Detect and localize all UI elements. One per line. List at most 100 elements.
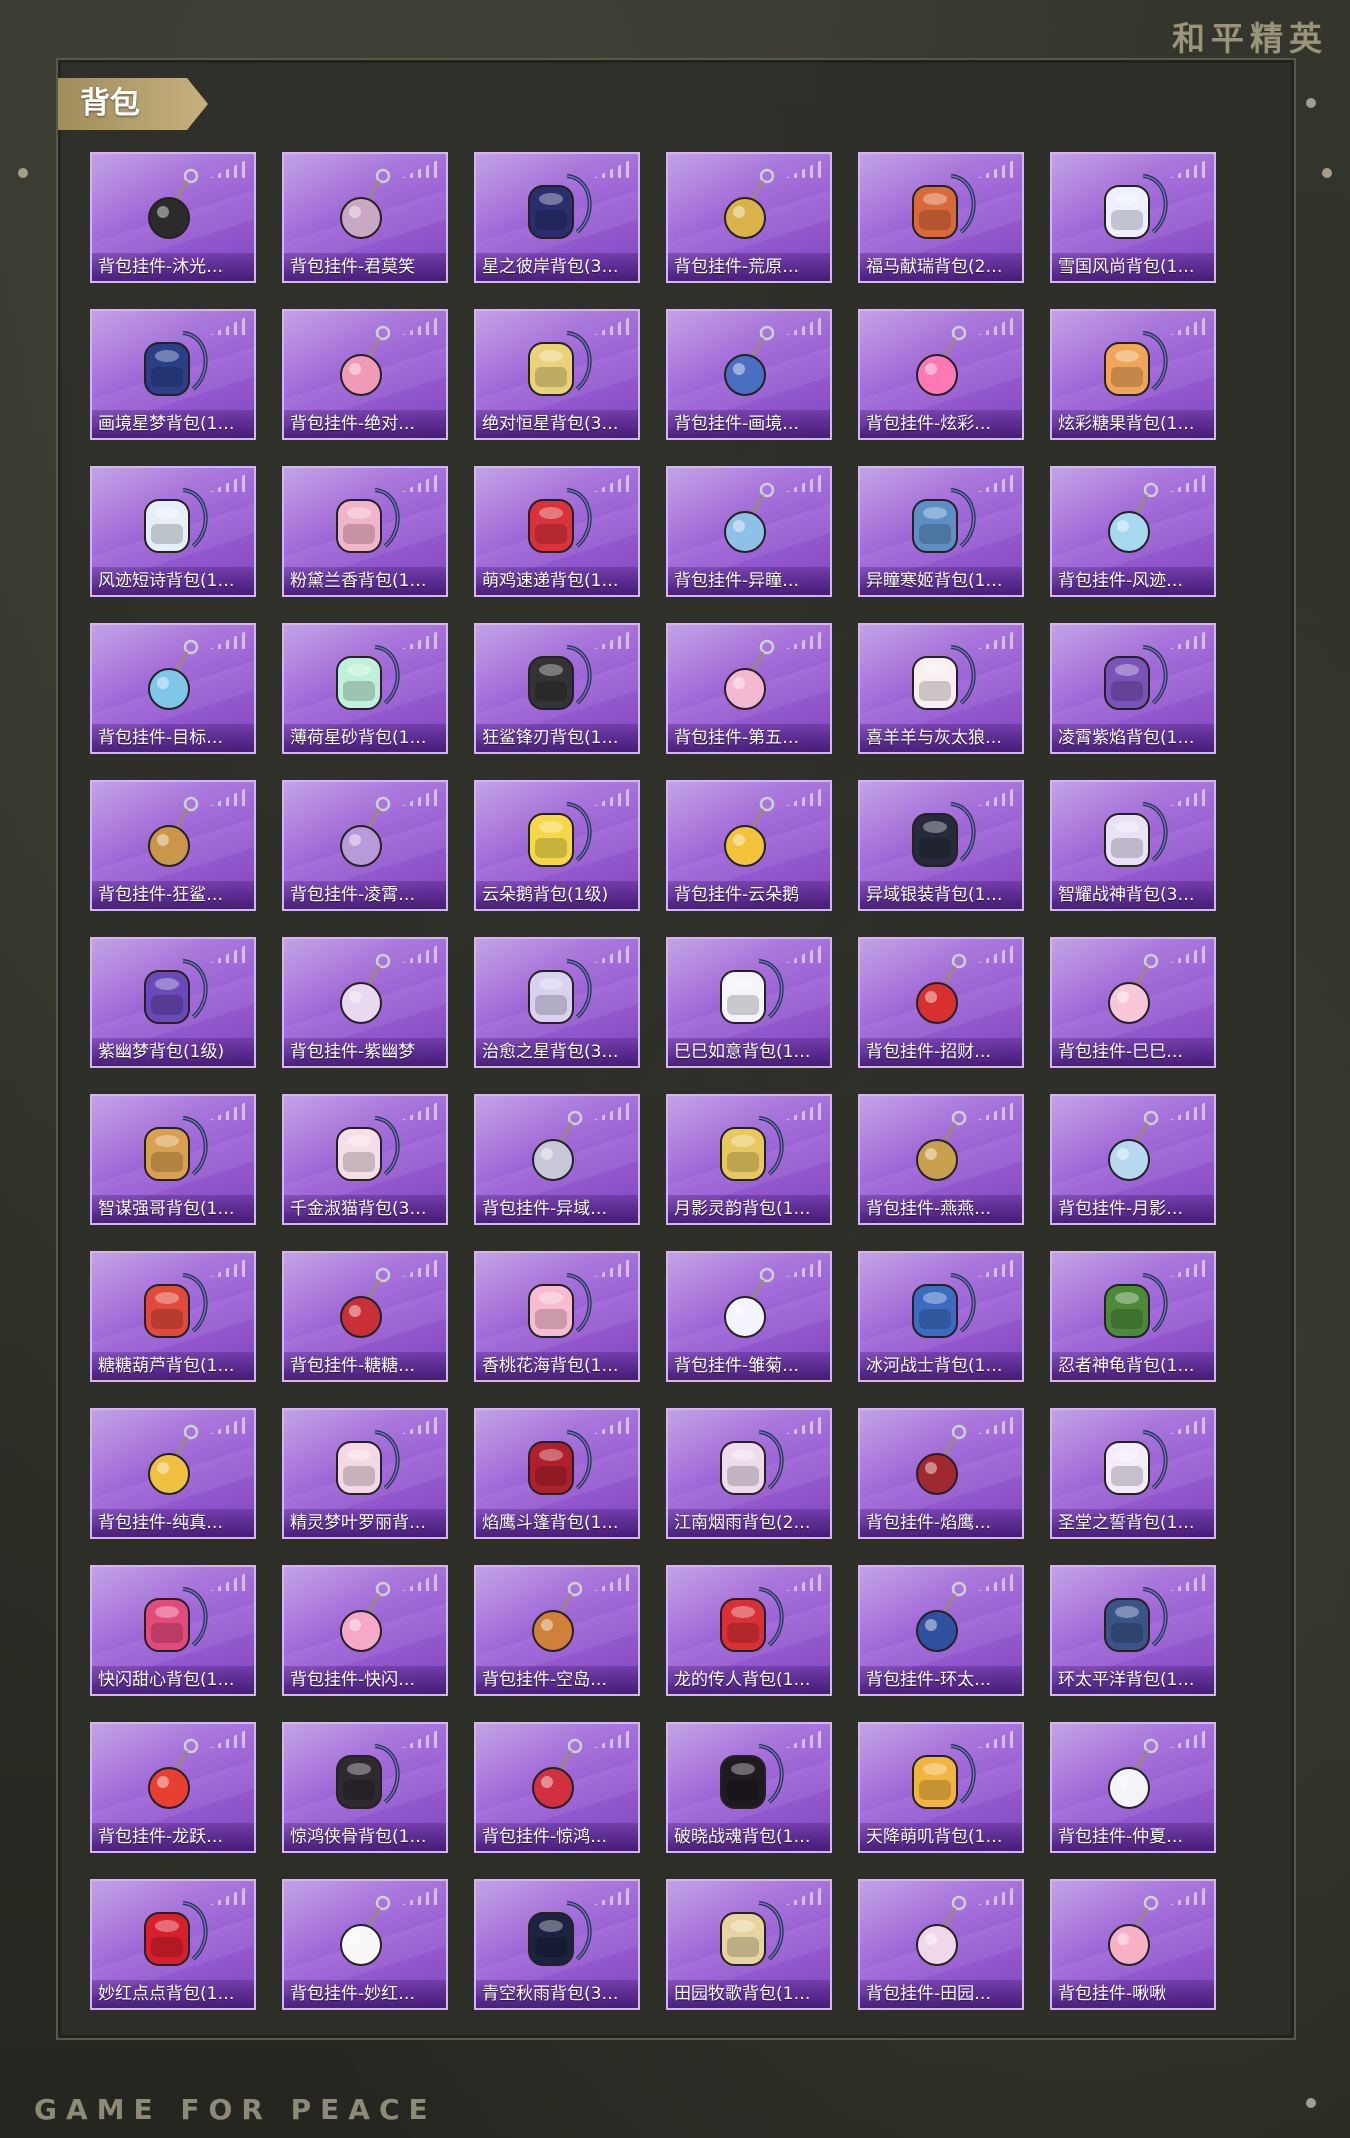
item-card[interactable]: 风迹短诗背包(1… — [90, 466, 256, 597]
charm-icon — [515, 1579, 599, 1661]
item-card[interactable]: 背包挂件-纯真… — [90, 1408, 256, 1539]
item-card[interactable]: 紫幽梦背包(1级) — [90, 937, 256, 1068]
charm-icon — [323, 1265, 407, 1347]
item-card[interactable]: 薄荷星砂背包(1… — [282, 623, 448, 754]
item-card[interactable]: 糖糖葫芦背包(1… — [90, 1251, 256, 1382]
item-name: 背包挂件-君莫笑 — [284, 253, 446, 281]
item-name: 忍者神龟背包(1… — [1052, 1352, 1214, 1380]
quality-bars-icon — [978, 945, 1014, 963]
item-card[interactable]: 粉黛兰香背包(1… — [282, 466, 448, 597]
item-card[interactable]: 背包挂件-环太… — [858, 1565, 1024, 1696]
item-name: 背包挂件-异域… — [476, 1195, 638, 1223]
item-card[interactable]: 异瞳寒姬背包(1… — [858, 466, 1024, 597]
item-name: 糖糖葫芦背包(1… — [92, 1352, 254, 1380]
item-card[interactable]: 背包挂件-紫幽梦 — [282, 937, 448, 1068]
backpack-icon — [515, 323, 599, 405]
item-card[interactable]: 智耀战神背包(3… — [1050, 780, 1216, 911]
item-name: 风迹短诗背包(1… — [92, 567, 254, 595]
item-card[interactable]: 香桃花海背包(1… — [474, 1251, 640, 1382]
item-card[interactable]: 炫彩糖果背包(1… — [1050, 309, 1216, 440]
item-card[interactable]: 背包挂件-绝对… — [282, 309, 448, 440]
item-card[interactable]: 背包挂件-惊鸿… — [474, 1722, 640, 1853]
item-card[interactable]: 背包挂件-风迹… — [1050, 466, 1216, 597]
item-card[interactable]: 背包挂件-异域… — [474, 1094, 640, 1225]
item-card[interactable]: 背包挂件-啾啾 — [1050, 1879, 1216, 2010]
item-card[interactable]: 云朵鹅背包(1级) — [474, 780, 640, 911]
quality-bars-icon — [210, 1102, 246, 1120]
item-card[interactable]: 星之彼岸背包(3… — [474, 152, 640, 283]
charm-icon — [899, 1108, 983, 1190]
item-card[interactable]: 江南烟雨背包(2… — [666, 1408, 832, 1539]
quality-bars-icon — [1170, 631, 1206, 649]
item-card[interactable]: 福马献瑞背包(2… — [858, 152, 1024, 283]
charm-icon — [323, 1579, 407, 1661]
item-card[interactable]: 背包挂件-炫彩… — [858, 309, 1024, 440]
item-name: 背包挂件-狂鲨… — [92, 881, 254, 909]
backpack-icon — [707, 1579, 791, 1661]
item-card[interactable]: 妙红点点背包(1… — [90, 1879, 256, 2010]
item-card[interactable]: 天降萌叽背包(1… — [858, 1722, 1024, 1853]
item-card[interactable]: 绝对恒星背包(3… — [474, 309, 640, 440]
item-card[interactable]: 龙的传人背包(1… — [666, 1565, 832, 1696]
item-card[interactable]: 背包挂件-招财… — [858, 937, 1024, 1068]
charm-icon — [899, 1579, 983, 1661]
brand-slogan: GAME FOR PEACE — [34, 2093, 437, 2126]
item-card[interactable]: 圣堂之誓背包(1… — [1050, 1408, 1216, 1539]
item-card[interactable]: 惊鸿侠骨背包(1… — [282, 1722, 448, 1853]
item-card[interactable]: 背包挂件-荒原… — [666, 152, 832, 283]
item-name: 背包挂件-妙红… — [284, 1980, 446, 2008]
item-card[interactable]: 雪国风尚背包(1… — [1050, 152, 1216, 283]
item-card[interactable]: 背包挂件-君莫笑 — [282, 152, 448, 283]
item-card[interactable]: 背包挂件-凌霄… — [282, 780, 448, 911]
item-card[interactable]: 背包挂件-快闪… — [282, 1565, 448, 1696]
item-card[interactable]: 狂鲨锋刃背包(1… — [474, 623, 640, 754]
item-name: 惊鸿侠骨背包(1… — [284, 1823, 446, 1851]
item-card[interactable]: 背包挂件-云朵鹅 — [666, 780, 832, 911]
item-card[interactable]: 青空秋雨背包(3… — [474, 1879, 640, 2010]
quality-bars-icon — [210, 317, 246, 335]
item-card[interactable]: 背包挂件-仲夏… — [1050, 1722, 1216, 1853]
item-name: 薄荷星砂背包(1… — [284, 724, 446, 752]
item-card[interactable]: 环太平洋背包(1… — [1050, 1565, 1216, 1696]
item-card[interactable]: 破晓战魂背包(1… — [666, 1722, 832, 1853]
item-card[interactable]: 画境星梦背包(1… — [90, 309, 256, 440]
item-card[interactable]: 背包挂件-画境… — [666, 309, 832, 440]
item-card[interactable]: 背包挂件-妙红… — [282, 1879, 448, 2010]
item-card[interactable]: 千金淑猫背包(3… — [282, 1094, 448, 1225]
item-card[interactable]: 背包挂件-目标… — [90, 623, 256, 754]
item-card[interactable]: 智谋强哥背包(1… — [90, 1094, 256, 1225]
item-card[interactable]: 巳巳如意背包(1… — [666, 937, 832, 1068]
item-card[interactable]: 背包挂件-焰鹰… — [858, 1408, 1024, 1539]
item-card[interactable]: 冰河战士背包(1… — [858, 1251, 1024, 1382]
item-name: 巳巳如意背包(1… — [668, 1038, 830, 1066]
item-card[interactable]: 背包挂件-第五… — [666, 623, 832, 754]
item-card[interactable]: 喜羊羊与灰太狼… — [858, 623, 1024, 754]
item-card[interactable]: 背包挂件-田园… — [858, 1879, 1024, 2010]
item-card[interactable]: 月影灵韵背包(1… — [666, 1094, 832, 1225]
item-card[interactable]: 凌霄紫焰背包(1… — [1050, 623, 1216, 754]
item-card[interactable]: 忍者神龟背包(1… — [1050, 1251, 1216, 1382]
backpack-icon — [131, 480, 215, 562]
item-name: 背包挂件-绝对… — [284, 410, 446, 438]
item-card[interactable]: 背包挂件-空岛… — [474, 1565, 640, 1696]
item-card[interactable]: 焰鹰斗篷背包(1… — [474, 1408, 640, 1539]
item-card[interactable]: 精灵梦叶罗丽背… — [282, 1408, 448, 1539]
item-card[interactable]: 背包挂件-雏菊… — [666, 1251, 832, 1382]
item-card[interactable]: 背包挂件-异瞳… — [666, 466, 832, 597]
item-card[interactable]: 田园牧歌背包(1… — [666, 1879, 832, 2010]
item-card[interactable]: 背包挂件-糖糖… — [282, 1251, 448, 1382]
item-card[interactable]: 异域银装背包(1… — [858, 780, 1024, 911]
item-card[interactable]: 萌鸡速递背包(1… — [474, 466, 640, 597]
item-card[interactable]: 治愈之星背包(3… — [474, 937, 640, 1068]
charm-icon — [515, 1736, 599, 1818]
item-card[interactable]: 背包挂件-龙跃… — [90, 1722, 256, 1853]
item-name: 凌霄紫焰背包(1… — [1052, 724, 1214, 752]
item-card[interactable]: 背包挂件-狂鲨… — [90, 780, 256, 911]
quality-bars-icon — [402, 1416, 438, 1434]
item-card[interactable]: 背包挂件-月影… — [1050, 1094, 1216, 1225]
item-name: 背包挂件-田园… — [860, 1980, 1022, 2008]
item-card[interactable]: 背包挂件-燕燕… — [858, 1094, 1024, 1225]
item-card[interactable]: 背包挂件-巳巳… — [1050, 937, 1216, 1068]
item-card[interactable]: 背包挂件-沐光… — [90, 152, 256, 283]
item-card[interactable]: 快闪甜心背包(1… — [90, 1565, 256, 1696]
